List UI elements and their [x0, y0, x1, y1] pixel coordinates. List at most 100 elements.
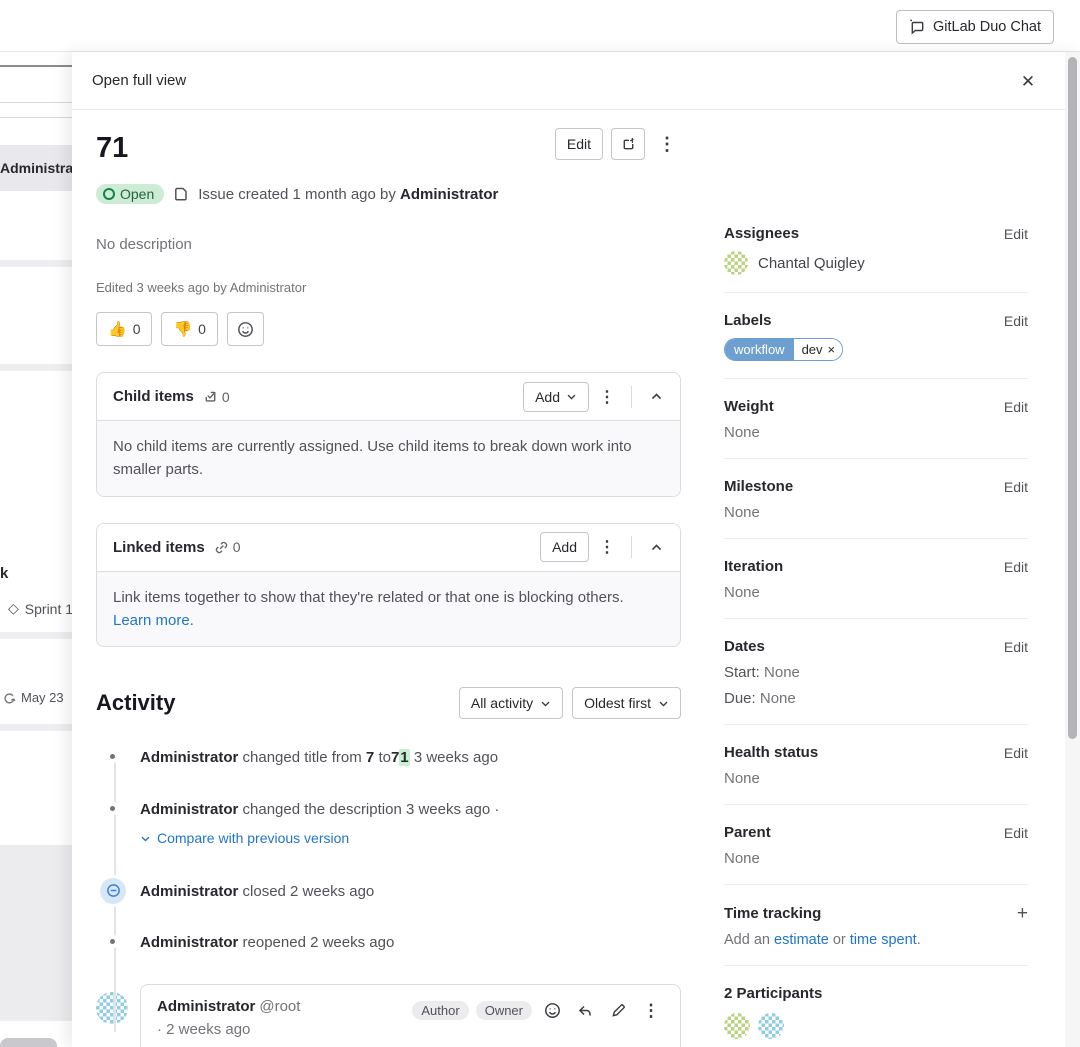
estimate-link[interactable]: estimate	[774, 932, 829, 948]
add-label: Add	[535, 389, 560, 405]
comment-ellipsis-icon[interactable]: ⋮	[638, 998, 664, 1024]
timeline-dot	[110, 754, 115, 759]
linked-items-empty-copy: Link items together to show that they're…	[113, 589, 624, 606]
thumbs-up-button[interactable]: 👍 0	[96, 312, 152, 346]
thumbs-down-button[interactable]: 👎 0	[161, 312, 217, 346]
entry-old-title: 7	[366, 749, 374, 766]
comment-timestamp[interactable]: · 2 weeks ago	[157, 1021, 300, 1038]
scoped-label-workflow-dev[interactable]: workflow dev ×	[724, 338, 843, 361]
linked-items-widget: Linked items 0	[96, 523, 681, 648]
linked-items-collapse-button[interactable]	[642, 532, 670, 562]
board-separator	[0, 364, 72, 371]
comment-edit-button[interactable]	[605, 998, 631, 1024]
activity-filter-dropdown[interactable]: All activity	[459, 687, 563, 719]
activity-entry-closed: Administrator closed 2 weeks ago	[96, 881, 681, 904]
comment-author-name[interactable]: Administrator	[157, 998, 255, 1015]
thumbs-down-count: 0	[198, 321, 206, 337]
child-items-count-value: 0	[222, 389, 230, 405]
issue-main-column: 71 Edit ⋮	[96, 110, 681, 1047]
iteration-edit-button[interactable]: Edit	[1004, 559, 1028, 575]
linked-items-add-button[interactable]: Add	[540, 532, 589, 562]
labels-title: Labels	[724, 312, 772, 329]
comment-top: Administrator@root · 2 weeks ago Author …	[157, 998, 664, 1038]
parent-edit-button[interactable]: Edit	[1004, 825, 1028, 841]
activity-timeline: Administrator changed title from 7 to71 …	[96, 747, 681, 1047]
assignee-row: Chantal Quigley	[724, 251, 1028, 275]
issue-sidebar: Assignees Edit Chantal Quigley Labels Ed…	[724, 225, 1028, 1047]
thumbs-down-icon: 👎	[173, 320, 192, 338]
child-items-add-button[interactable]: Add	[523, 382, 589, 412]
tt-prefix: Add an	[724, 932, 770, 948]
sidebar-section-health-status: Health status Edit None	[724, 744, 1028, 805]
chevron-down-icon	[540, 698, 551, 709]
comment-author-username[interactable]: @root	[259, 998, 300, 1015]
child-items-collapse-button[interactable]	[642, 382, 670, 412]
milestone-edit-button[interactable]: Edit	[1004, 479, 1028, 495]
start-date-line: Start: None	[724, 664, 1028, 681]
participant-avatar-green[interactable]	[724, 1013, 750, 1039]
thumbs-up-count: 0	[133, 321, 141, 337]
assignee-avatar[interactable]	[724, 251, 748, 275]
compare-previous-version-link[interactable]: Compare with previous version	[140, 828, 349, 849]
linked-items-ellipsis-icon[interactable]: ⋮	[593, 532, 621, 562]
assignees-edit-button[interactable]: Edit	[1004, 226, 1028, 242]
participants-title: 2 Participants	[724, 985, 822, 1002]
time-spent-link[interactable]: time spent	[850, 932, 917, 948]
time-tracking-add-plus-icon[interactable]: +	[1017, 904, 1028, 923]
activity-entry-description-change: Administrator changed the description 3 …	[96, 799, 681, 852]
linked-items-count: 0	[214, 539, 241, 555]
weight-edit-button[interactable]: Edit	[1004, 399, 1028, 415]
activity-filter-value: All activity	[471, 695, 533, 711]
entry-to: to	[378, 749, 391, 766]
chevron-up-icon	[650, 541, 663, 554]
linked-items-count-value: 0	[233, 539, 241, 555]
page: GitLab Duo Chat Administra k ◇ Sprint 1 …	[0, 0, 1080, 1047]
child-items-ellipsis-icon[interactable]: ⋮	[593, 382, 621, 412]
add-emoji-button[interactable]	[227, 312, 264, 346]
entry-action: closed	[243, 883, 286, 900]
weight-title: Weight	[724, 398, 774, 415]
divider	[631, 536, 632, 558]
comment-author-avatar[interactable]	[96, 992, 128, 1024]
child-items-title: Child items	[113, 388, 194, 405]
learn-more-link[interactable]: Learn more.	[113, 612, 194, 629]
assignee-name[interactable]: Chantal Quigley	[758, 255, 865, 272]
more-actions-ellipsis-icon[interactable]: ⋮	[653, 129, 681, 159]
linked-items-empty-text: Link items together to show that they're…	[97, 571, 680, 647]
dates-edit-button[interactable]: Edit	[1004, 639, 1028, 655]
created-author: Administrator	[400, 186, 498, 203]
activity-sort-dropdown[interactable]: Oldest first	[572, 687, 681, 719]
health-status-title: Health status	[724, 744, 818, 761]
link-icon	[214, 540, 229, 555]
dates-title: Dates	[724, 638, 765, 655]
timeline-dot	[110, 806, 115, 811]
comment-add-emoji-button[interactable]	[539, 998, 565, 1024]
open-full-view-link[interactable]: Open full view	[92, 72, 186, 89]
entry-author: Administrator	[140, 934, 238, 951]
drawer-scrollbar-thumb[interactable]	[1068, 57, 1077, 739]
open-in-full-page-button[interactable]	[611, 128, 645, 160]
sprint-label: Sprint 1	[25, 601, 72, 617]
drawer-scrollbar-track[interactable]	[1065, 52, 1080, 1047]
health-status-value: None	[724, 770, 1028, 787]
entry-author: Administrator	[140, 883, 238, 900]
child-items-widget: Child items 0	[96, 372, 681, 497]
time-tracking-title: Time tracking	[724, 905, 821, 922]
issue-type-icon	[173, 186, 189, 202]
tt-or: or	[833, 932, 846, 948]
owner-badge: Owner	[476, 1001, 532, 1020]
label-remove-icon[interactable]: ×	[828, 342, 836, 357]
award-emoji-row: 👍 0 👎 0	[96, 312, 681, 346]
iteration-title: Iteration	[724, 558, 783, 575]
close-icon[interactable]: ✕	[1016, 70, 1040, 94]
date-label: May 23	[21, 690, 64, 705]
linked-items-header: Linked items 0	[97, 524, 680, 571]
gitlab-duo-chat-button[interactable]: GitLab Duo Chat	[896, 10, 1054, 44]
labels-edit-button[interactable]: Edit	[1004, 313, 1028, 329]
participant-avatar-blue[interactable]	[758, 1013, 784, 1039]
health-status-edit-button[interactable]: Edit	[1004, 745, 1028, 761]
sidebar-section-dates: Dates Edit Start: None Due: None	[724, 638, 1028, 725]
comment-row: Administrator@root · 2 weeks ago Author …	[96, 984, 681, 1047]
edit-button[interactable]: Edit	[555, 128, 603, 160]
comment-reply-button[interactable]	[572, 998, 598, 1024]
